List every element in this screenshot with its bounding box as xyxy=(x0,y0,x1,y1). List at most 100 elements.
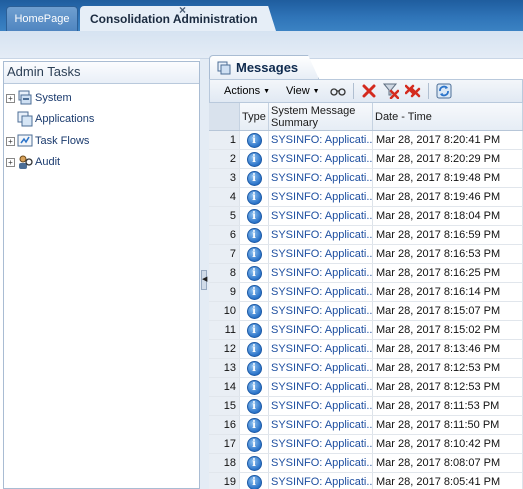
expand-icon[interactable]: + xyxy=(6,157,15,167)
type-cell: i xyxy=(240,188,269,206)
info-icon: i xyxy=(246,132,262,148)
row-number: 15 xyxy=(209,397,240,415)
table-row[interactable]: 15 i SYSINFO: Applicati... Mar 28, 2017 8:1… xyxy=(209,397,523,416)
row-number: 10 xyxy=(209,302,240,320)
actions-menu[interactable]: Actions ▼ xyxy=(220,85,274,97)
table-row[interactable]: 19 i SYSINFO: Applicati... Mar 28, 2017 8:0… xyxy=(209,473,523,489)
info-icon: i xyxy=(246,322,262,338)
column-header-date-time[interactable]: Date - Time xyxy=(373,103,523,130)
table-row[interactable]: 10 i SYSINFO: Applicati... Mar 28, 2017 8:1… xyxy=(209,302,523,321)
view-glasses-icon[interactable] xyxy=(329,83,346,99)
tree-item-label: Audit xyxy=(35,156,61,168)
summary-link[interactable]: SYSINFO: Applicati... xyxy=(269,207,373,225)
tree-item-audit[interactable]: + Audit xyxy=(6,154,60,170)
view-menu-label: View xyxy=(286,85,310,97)
refresh-icon[interactable] xyxy=(436,83,452,99)
expand-icon[interactable]: + xyxy=(6,93,15,103)
table-row[interactable]: 9 i SYSINFO: Applicati... Mar 28, 2017 8:16… xyxy=(209,283,523,302)
summary-link[interactable]: SYSINFO: Applicati... xyxy=(269,188,373,206)
date-time-cell: Mar 28, 2017 8:15:07 PM xyxy=(373,302,523,320)
summary-link[interactable]: SYSINFO: Applicati... xyxy=(269,302,373,320)
table-row[interactable]: 1 i SYSINFO: Applicati... Mar 28, 2017 8:20… xyxy=(209,131,523,150)
table-row[interactable]: 12 i SYSINFO: Applicati... Mar 28, 2017 8:1… xyxy=(209,340,523,359)
info-icon: i xyxy=(246,151,262,167)
table-row[interactable]: 5 i SYSINFO: Applicati... Mar 28, 2017 8:18… xyxy=(209,207,523,226)
tab-homepage-label: HomePage xyxy=(14,13,70,25)
row-number: 6 xyxy=(209,226,240,244)
summary-link[interactable]: SYSINFO: Applicati... xyxy=(269,435,373,453)
table-row[interactable]: 3 i SYSINFO: Applicati... Mar 28, 2017 8:19… xyxy=(209,169,523,188)
tab-consolidation-administration[interactable]: Consolidation Administration xyxy=(80,6,276,31)
summary-link[interactable]: SYSINFO: Applicati... xyxy=(269,473,373,489)
messages-tab-label: Messages xyxy=(236,60,299,75)
column-header-type[interactable]: Type xyxy=(240,103,269,130)
type-cell: i xyxy=(240,283,269,301)
view-menu[interactable]: View ▼ xyxy=(282,85,324,97)
messages-tab[interactable]: Messages xyxy=(209,55,319,79)
row-number: 12 xyxy=(209,340,240,358)
type-cell: i xyxy=(240,131,269,149)
date-time-cell: Mar 28, 2017 8:15:02 PM xyxy=(373,321,523,339)
summary-link[interactable]: SYSINFO: Applicati... xyxy=(269,454,373,472)
column-header-summary[interactable]: System Message Summary xyxy=(269,103,373,130)
row-number: 19 xyxy=(209,473,240,489)
type-cell: i xyxy=(240,473,269,489)
table-row[interactable]: 8 i SYSINFO: Applicati... Mar 28, 2017 8:16… xyxy=(209,264,523,283)
tree-item-applications[interactable]: Applications xyxy=(17,111,94,127)
date-time-cell: Mar 28, 2017 8:20:29 PM xyxy=(373,150,523,168)
toolbar-separator xyxy=(352,83,354,99)
delete-all-icon[interactable] xyxy=(404,83,421,99)
audit-icon xyxy=(19,155,33,169)
actions-menu-label: Actions xyxy=(224,85,261,97)
collapse-panel-icon[interactable]: ◀ xyxy=(201,270,207,290)
info-icon: i xyxy=(246,265,262,281)
table-header: Type System Message Summary Date - Time xyxy=(209,103,523,131)
summary-link[interactable]: SYSINFO: Applicati... xyxy=(269,321,373,339)
summary-link[interactable]: SYSINFO: Applicati... xyxy=(269,378,373,396)
close-tab-icon[interactable]: × xyxy=(179,3,186,17)
row-number: 2 xyxy=(209,150,240,168)
table-row[interactable]: 18 i SYSINFO: Applicati... Mar 28, 2017 8:0… xyxy=(209,454,523,473)
info-icon: i xyxy=(246,189,262,205)
delete-filtered-icon[interactable] xyxy=(382,83,399,99)
summary-link[interactable]: SYSINFO: Applicati... xyxy=(269,340,373,358)
tab-homepage[interactable]: HomePage xyxy=(6,6,78,31)
summary-link[interactable]: SYSINFO: Applicati... xyxy=(269,397,373,415)
summary-link[interactable]: SYSINFO: Applicati... xyxy=(269,359,373,377)
summary-link[interactable]: SYSINFO: Applicati... xyxy=(269,150,373,168)
summary-link[interactable]: SYSINFO: Applicati... xyxy=(269,169,373,187)
table-row[interactable]: 2 i SYSINFO: Applicati... Mar 28, 2017 8:20… xyxy=(209,150,523,169)
task-flows-icon xyxy=(17,134,33,147)
tree-item-system[interactable]: + System xyxy=(6,90,72,106)
table-row[interactable]: 17 i SYSINFO: Applicati... Mar 28, 2017 8:1… xyxy=(209,435,523,454)
type-cell: i xyxy=(240,302,269,320)
type-cell: i xyxy=(240,454,269,472)
date-time-cell: Mar 28, 2017 8:16:59 PM xyxy=(373,226,523,244)
date-time-cell: Mar 28, 2017 8:16:14 PM xyxy=(373,283,523,301)
table-row[interactable]: 16 i SYSINFO: Applicati... Mar 28, 2017 8:1… xyxy=(209,416,523,435)
tree-item-task-flows[interactable]: + Task Flows xyxy=(6,133,89,149)
info-icon: i xyxy=(246,436,262,452)
table-row[interactable]: 14 i SYSINFO: Applicati... Mar 28, 2017 8:1… xyxy=(209,378,523,397)
table-row[interactable]: 4 i SYSINFO: Applicati... Mar 28, 2017 8:19… xyxy=(209,188,523,207)
type-cell: i xyxy=(240,207,269,225)
summary-link[interactable]: SYSINFO: Applicati... xyxy=(269,416,373,434)
summary-link[interactable]: SYSINFO: Applicati... xyxy=(269,283,373,301)
summary-link[interactable]: SYSINFO: Applicati... xyxy=(269,245,373,263)
info-icon: i xyxy=(246,170,262,186)
type-cell: i xyxy=(240,397,269,415)
tab-active-label: Consolidation Administration xyxy=(90,11,258,26)
chevron-down-icon: ▼ xyxy=(312,87,320,95)
expand-icon[interactable]: + xyxy=(6,136,15,146)
info-icon: i xyxy=(246,398,262,414)
summary-link[interactable]: SYSINFO: Applicati... xyxy=(269,226,373,244)
table-row[interactable]: 7 i SYSINFO: Applicati... Mar 28, 2017 8:16… xyxy=(209,245,523,264)
table-row[interactable]: 13 i SYSINFO: Applicati... Mar 28, 2017 8:1… xyxy=(209,359,523,378)
type-cell: i xyxy=(240,150,269,168)
summary-link[interactable]: SYSINFO: Applicati... xyxy=(269,131,373,149)
table-row[interactable]: 6 i SYSINFO: Applicati... Mar 28, 2017 8:16… xyxy=(209,226,523,245)
summary-link[interactable]: SYSINFO: Applicati... xyxy=(269,264,373,282)
delete-icon[interactable] xyxy=(361,83,377,99)
type-cell: i xyxy=(240,226,269,244)
table-row[interactable]: 11 i SYSINFO: Applicati... Mar 28, 2017 8:1… xyxy=(209,321,523,340)
